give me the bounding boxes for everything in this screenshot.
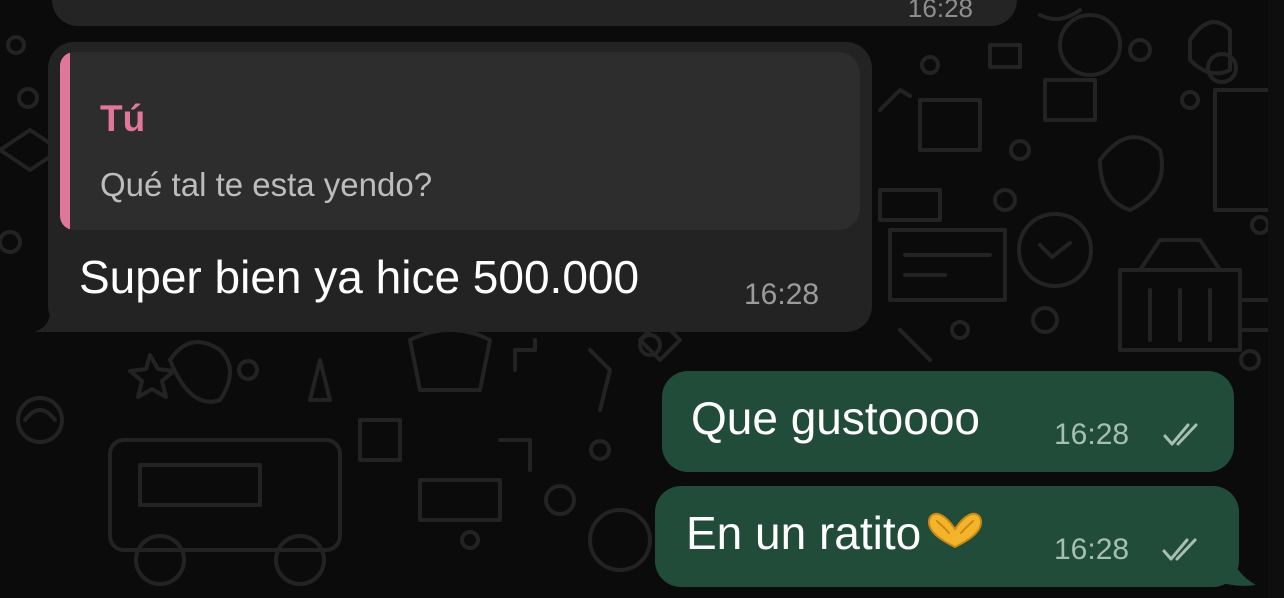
previous-message-bubble[interactable]: 16:28	[52, 0, 1017, 26]
message-time: 16:28	[907, 0, 973, 23]
message-text: Que gustoooo	[691, 392, 981, 444]
double-check-icon	[1163, 423, 1198, 446]
message-time: 16:28	[1054, 533, 1130, 566]
double-check-icon	[1162, 538, 1197, 561]
scroll-edge	[1268, 0, 1284, 598]
quote-text: Qué tal te esta yendo?	[100, 166, 433, 203]
message-text-wrap: En un ratito	[686, 506, 987, 560]
message-text: En un ratito	[686, 507, 922, 559]
quote-accent-bar	[60, 52, 70, 230]
message-time: 16:28	[1054, 418, 1130, 451]
message-time: 16:28	[744, 278, 820, 311]
message-text: Super bien ya hice 500.000	[79, 251, 640, 303]
outgoing-message-bubble[interactable]: Que gustoooo 16:28	[662, 371, 1234, 472]
incoming-message-bubble[interactable]: Tú Qué tal te esta yendo? Super bien ya …	[48, 42, 872, 332]
outgoing-message-bubble[interactable]: En un ratito 16:28	[655, 486, 1239, 587]
quoted-message[interactable]: Tú Qué tal te esta yendo?	[60, 52, 860, 230]
quote-author: Tú	[100, 98, 146, 139]
heart-hands-emoji	[928, 512, 983, 549]
